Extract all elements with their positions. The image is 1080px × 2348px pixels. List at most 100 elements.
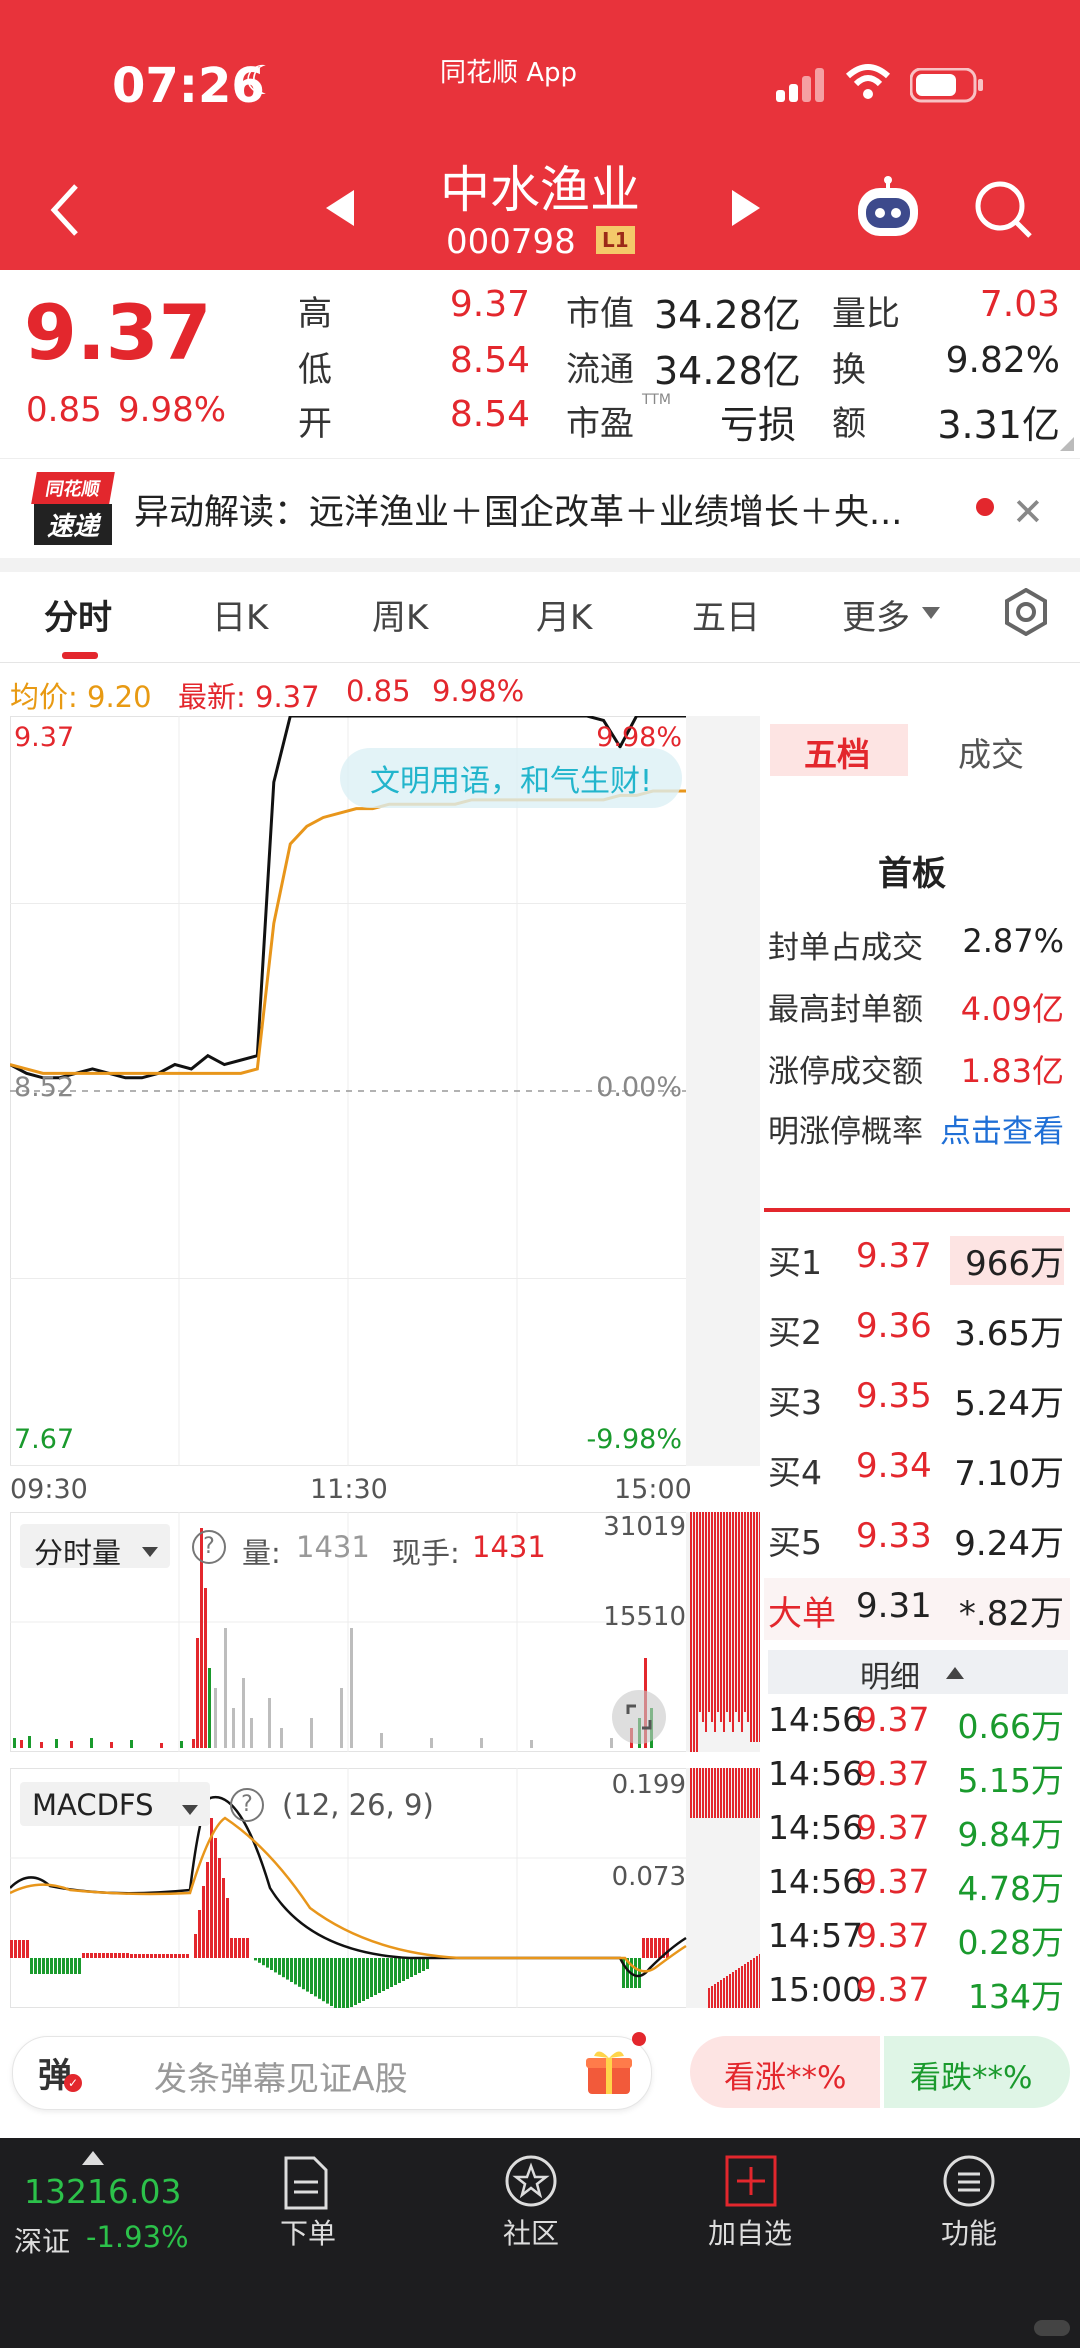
bid-price: 9.35: [856, 1376, 932, 1416]
turnover-label: 换: [832, 350, 866, 390]
latest-change-pct: 9.98%: [432, 674, 525, 708]
menu-icon[interactable]: [942, 2154, 996, 2212]
macd-histogram-bar: [222, 1878, 225, 1958]
index-value[interactable]: 13216.03: [24, 2172, 181, 2211]
macd-side-bar: [708, 1988, 710, 2008]
nav-community[interactable]: 社区: [451, 2212, 611, 2252]
macd-y-mid: 0.073: [611, 1862, 686, 1892]
volume-side-bar: [741, 1512, 743, 1732]
order-icon[interactable]: [282, 2156, 330, 2214]
macd-histogram-bar: [326, 1958, 329, 2004]
macd-side-bar: [702, 1768, 704, 1818]
close-icon[interactable]: ✕: [1012, 490, 1044, 534]
macd-side-bar: [696, 1768, 698, 1818]
news-badge-top: 同花顺: [31, 472, 115, 504]
macd-side-bar: [759, 1768, 760, 1818]
settings-icon[interactable]: [1002, 587, 1050, 640]
volume-bar: [13, 1738, 16, 1748]
macd-histogram-bar: [374, 1958, 377, 1995]
macd-histogram-bar: [298, 1958, 301, 1987]
macd-histogram-bar: [54, 1958, 57, 1974]
macd-params: (12, 26, 9): [282, 1788, 434, 1822]
expand-corner-icon[interactable]: [1060, 436, 1074, 455]
tab-five-day[interactable]: 五日: [692, 590, 760, 639]
macd-side-bar: [750, 1768, 752, 1818]
macd-histogram-bar: [186, 1954, 189, 1958]
macd-histogram-bar: [262, 1958, 265, 1966]
nav-order[interactable]: 下单: [228, 2212, 388, 2252]
volume-bar: [55, 1739, 58, 1748]
volume-side-bar: [711, 1512, 713, 1722]
macd-side-bar: [726, 1768, 728, 1818]
home-indicator: [1034, 2320, 1070, 2336]
volume-side-bar: [744, 1512, 746, 1712]
volume-bar: [204, 1588, 207, 1748]
tab-trades-label[interactable]: 成交: [958, 728, 1024, 776]
macd-histogram-bar: [362, 1958, 365, 2001]
macd-side-bar: [759, 1954, 760, 2008]
macd-histogram-bar: [642, 1938, 645, 1958]
macd-side-bar: [744, 1964, 746, 2008]
low-label: 低: [298, 350, 332, 390]
macd-side-bar: [705, 1768, 707, 1818]
high-value: 9.37: [449, 284, 530, 325]
macd-side-bar: [753, 1768, 755, 1818]
macd-histogram-bar: [66, 1958, 69, 1974]
volume-label: 量:: [242, 1536, 281, 1570]
robot-icon[interactable]: [852, 176, 924, 244]
detail-label: 明细: [860, 1660, 920, 1695]
app-name: 同花顺 App: [440, 58, 578, 88]
volume-side-bar: [726, 1512, 728, 1712]
tab-monthly-k[interactable]: 月K: [536, 590, 592, 639]
danmu-placeholder: 发条弹幕见证A股: [154, 2059, 408, 2098]
tab-more[interactable]: 更多: [842, 590, 910, 639]
macd-histogram-bar: [394, 1958, 397, 1985]
macd-histogram-bar: [398, 1958, 401, 1983]
volume-side-bar: [756, 1512, 758, 1742]
gift-icon[interactable]: [584, 2046, 634, 2100]
bid-volume: 7.10万: [954, 1454, 1064, 1494]
nav-add-watchlist[interactable]: 加自选: [670, 2212, 830, 2252]
tab-weekly-k[interactable]: 周K: [372, 590, 428, 639]
volume-bar: [40, 1742, 43, 1748]
macd-histogram-bar: [294, 1958, 297, 1985]
fullscreen-icon[interactable]: [612, 1690, 666, 1744]
view-probability-link[interactable]: 点击查看: [920, 1106, 1064, 1151]
search-icon[interactable]: [974, 180, 1034, 244]
macd-histogram-bar: [366, 1958, 369, 1999]
bid-label: 买1: [768, 1243, 822, 1282]
market-cap-label: 市值: [566, 294, 634, 334]
wifi-icon: [844, 62, 892, 106]
latest-price-label: 最新: 9.37: [178, 680, 320, 714]
battery-icon: [909, 67, 986, 108]
tab-intraday[interactable]: 分时: [44, 590, 112, 639]
bid-section-divider: [764, 1208, 1070, 1212]
low-value: 8.54: [449, 340, 530, 381]
danmu-check-icon: ✓: [64, 2074, 82, 2092]
macd-histogram-bar: [318, 1958, 321, 1999]
nav-functions[interactable]: 功能: [889, 2212, 1049, 2252]
macd-histogram-bar: [182, 1954, 185, 1958]
tab-daily-k[interactable]: 日K: [212, 590, 268, 639]
macd-side-bar: [729, 1768, 731, 1818]
macd-side-bar: [708, 1768, 710, 1818]
macd-histogram-bar: [282, 1958, 285, 1978]
macd-histogram-bar: [14, 1940, 17, 1958]
macd-histogram-bar: [154, 1954, 157, 1958]
macd-side-bar: [690, 1768, 692, 1818]
macd-histogram-bar: [142, 1954, 145, 1958]
help-icon[interactable]: ?: [230, 1788, 264, 1822]
add-watchlist-icon[interactable]: [724, 2154, 778, 2212]
macd-side-bar: [732, 1768, 734, 1818]
volume-ratio-value: 7.03: [979, 284, 1060, 325]
macd-side-bar: [714, 1984, 716, 2008]
chart-watermark: 文明用语，和气生财!: [340, 748, 683, 808]
volume-bar: [310, 1718, 313, 1748]
next-stock-icon[interactable]: [728, 188, 764, 232]
help-icon[interactable]: ?: [192, 1530, 226, 1564]
volume-y-top: 31019: [603, 1512, 686, 1542]
news-text[interactable]: 异动解读：远洋渔业＋国企改革＋业绩增长＋央...: [134, 484, 954, 535]
macd-histogram-bar: [218, 1858, 221, 1958]
community-icon[interactable]: [504, 2154, 558, 2212]
macd-histogram-bar: [358, 1958, 361, 2003]
